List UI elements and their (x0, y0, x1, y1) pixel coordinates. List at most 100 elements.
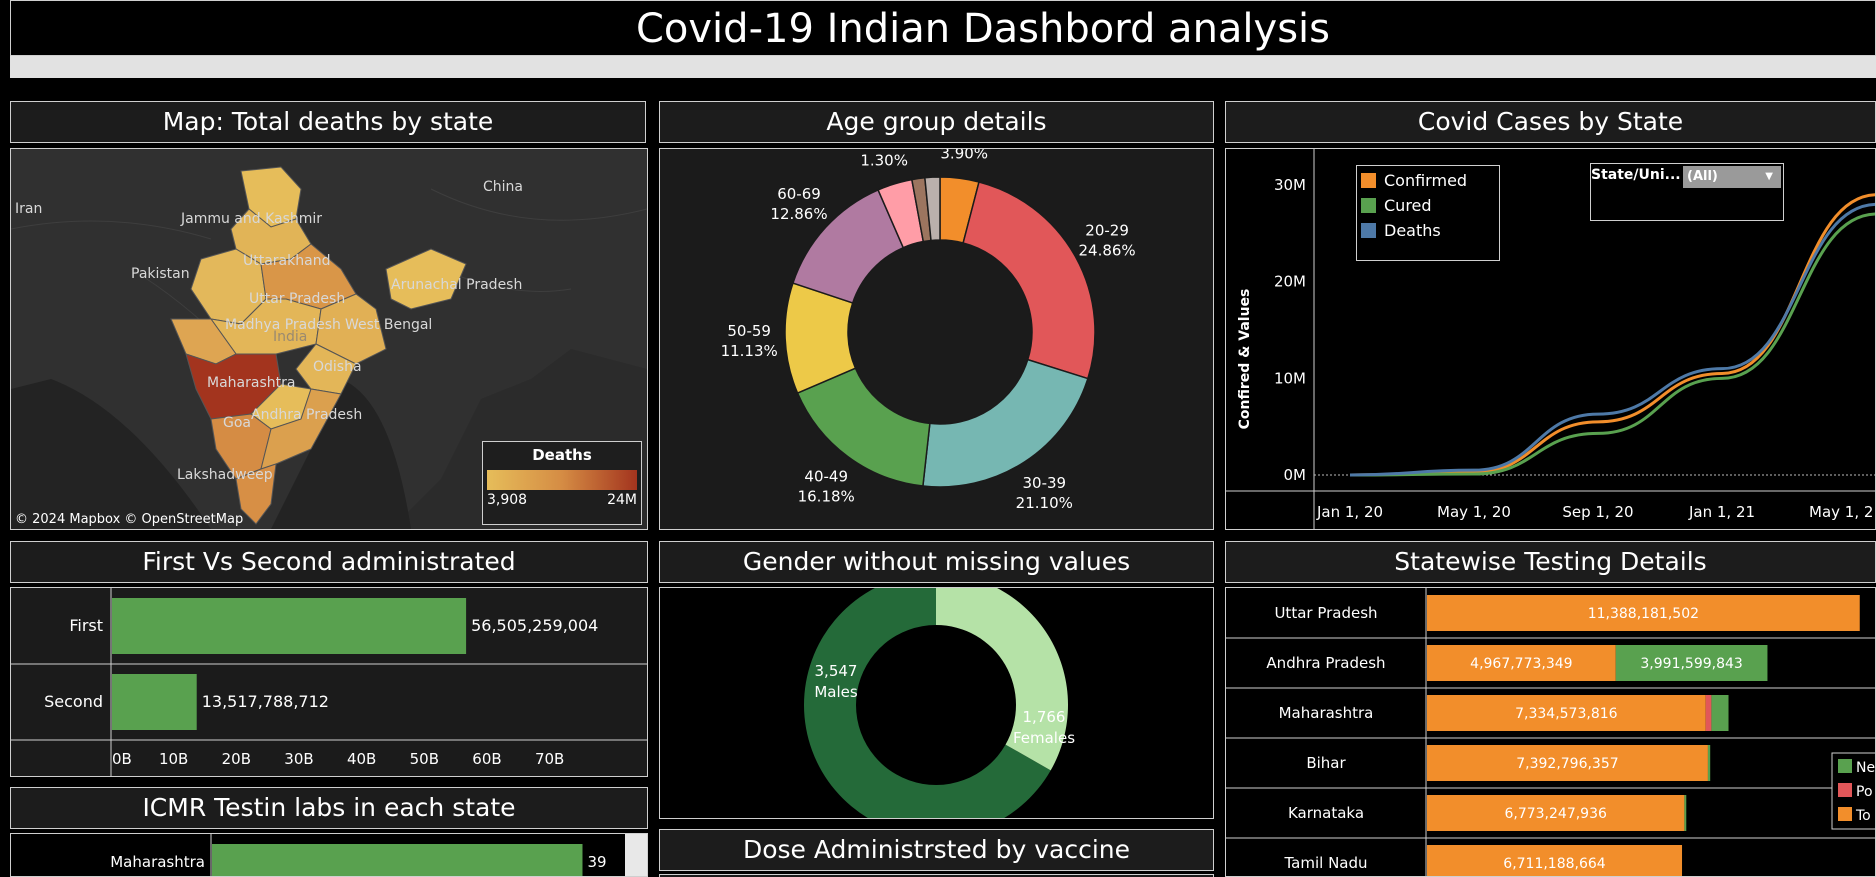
legend-min: 3,908 (487, 492, 528, 508)
age-slice-value: 16.18% (798, 487, 855, 505)
cases-legend: Confirmed Cured Deaths (1356, 165, 1500, 261)
country-label: Pakistan (131, 266, 190, 282)
bar-category-label: Maharashtra (1279, 704, 1374, 722)
age-slice-value: 12.86% (770, 205, 827, 223)
legend-gradient (487, 470, 637, 490)
bar-category-label: Tamil Nadu (1283, 854, 1367, 872)
cases-panel: 0M 10M 20M 30M Confired & Values Jan 1, 20 May… (1225, 148, 1876, 530)
bar-category-label: Uttar Pradesh (1274, 604, 1377, 622)
age-slice-label: 60-69 (777, 185, 821, 203)
age-slice-value: 11.13% (721, 342, 778, 360)
state-label: Uttar Pradesh (249, 291, 346, 307)
state-filter-label: State/Uni... (1591, 167, 1681, 183)
bar-value-label: 7,334,573,816 (1515, 706, 1618, 722)
age-slice-label: 40-49 (804, 467, 848, 485)
x-tick-label: 0B (112, 750, 132, 768)
bar-category-label: First (69, 616, 103, 635)
dose-panel-title: Dose Administrsted by vaccine (659, 829, 1214, 871)
country-label: Iran (15, 201, 43, 217)
map-attribution[interactable]: © 2024 Mapbox © OpenStreetMap (15, 512, 243, 527)
age-panel: 10-193.90%20-2924.86%30-3921.10%40-4916.… (659, 148, 1214, 530)
page-title: Covid-19 Indian Dashbord analysis (635, 6, 1331, 52)
chevron-down-icon: ▼ (1765, 171, 1773, 182)
country-label: China (483, 179, 523, 195)
first-second-bar-chart[interactable]: First 56,505,259,004 Second 13,517,788,712 0… (11, 588, 647, 776)
x-tick-label: Jan 1, 21 (1688, 503, 1755, 521)
bar-segment[interactable] (1684, 795, 1687, 831)
bar-category-label: Second (44, 692, 103, 711)
bar-category-label: Bihar (1306, 754, 1346, 772)
gender-label: Males (814, 683, 858, 701)
state-label: Jammu and Kashmir (181, 211, 323, 227)
icmr-bar-chart[interactable]: Maharashtra 39 (11, 834, 647, 877)
legend-label: Po (1856, 784, 1873, 800)
bar-value-label: 56,505,259,004 (471, 616, 598, 635)
testing-panel: Uttar Pradesh 11,388,181,502 Andhra Prades… (1225, 587, 1876, 877)
bar-value-label: 11,388,181,502 (1588, 606, 1699, 622)
scrollbar[interactable] (625, 834, 647, 876)
age-slice-value: 3.90% (940, 149, 988, 163)
bar-category-label: Andhra Pradesh (1266, 654, 1385, 672)
x-tick-label: 60B (472, 750, 501, 768)
map-panel-title: Map: Total deaths by state (10, 101, 646, 143)
map-panel[interactable]: Iran Pakistan China India Jammu and Kash… (10, 148, 648, 530)
bar[interactable] (112, 674, 197, 730)
x-tick-label: 50B (410, 750, 439, 768)
state-label: Odisha (313, 359, 362, 375)
bar-segment[interactable] (1711, 695, 1729, 731)
state-label: Arunachal Pradesh (391, 277, 523, 293)
bar-segment[interactable] (1707, 745, 1711, 781)
age-slice-value: 24.86% (1078, 241, 1135, 259)
age-donut-chart[interactable]: 10-193.90%20-2924.86%30-3921.10%40-4916.… (660, 149, 1213, 529)
first-second-panel: First 56,505,259,004 Second 13,517,788,712 0… (10, 587, 648, 777)
state-label: Andhra Pradesh (251, 407, 363, 423)
legend-swatch (1838, 759, 1852, 773)
cases-panel-title: Covid Cases by State (1225, 101, 1876, 143)
gender-donut-chart[interactable]: 3,547 Males 1,766 Females (660, 588, 1213, 818)
testing-panel-title: Statewise Testing Details (1225, 541, 1876, 583)
age-slice[interactable] (962, 181, 1096, 380)
x-tick-label: Jan 1, 20 (1316, 503, 1383, 521)
bar-value-label: 7,392,796,357 (1516, 756, 1618, 772)
bar-category-label: Maharashtra (110, 853, 205, 871)
state-filter: State/Uni... (All) ▼ (1590, 163, 1784, 221)
y-tick-label: 30M (1274, 176, 1306, 194)
gender-panel-title: Gender without missing values (659, 541, 1214, 583)
header-strip (10, 56, 1876, 78)
testing-bar-chart[interactable]: Uttar Pradesh 11,388,181,502 Andhra Prades… (1226, 588, 1876, 877)
x-tick-label: 20B (222, 750, 251, 768)
bar-value-label: 4,967,773,349 (1470, 656, 1572, 672)
bar[interactable] (212, 844, 583, 877)
x-tick-label: May 1, 20 (1437, 503, 1511, 521)
state-label: Goa (223, 415, 251, 431)
state-label: West Bengal (345, 317, 433, 333)
x-tick-label: 10B (159, 750, 188, 768)
state-label: Uttarakhand (243, 253, 331, 269)
bar-value-label: 13,517,788,712 (202, 692, 329, 711)
state-filter-dropdown[interactable]: (All) ▼ (1683, 166, 1781, 188)
gender-panel: 3,547 Males 1,766 Females (659, 587, 1214, 819)
legend-item-cured[interactable]: Cured (1361, 193, 1499, 218)
x-tick-label: May 1, 21 (1809, 503, 1876, 521)
bar-value-label: 39 (588, 853, 607, 871)
age-slice-value: 1.30% (860, 151, 908, 169)
x-tick-label: Sep 1, 20 (1562, 503, 1633, 521)
age-slice-label: 30-39 (1022, 474, 1066, 492)
bar-segment[interactable] (1705, 695, 1712, 731)
bar[interactable] (112, 598, 467, 654)
bar-value-label: 6,773,247,936 (1504, 806, 1607, 822)
first-second-panel-title: First Vs Second administrated (10, 541, 648, 583)
age-slice[interactable] (922, 358, 1089, 488)
legend-item-confirmed[interactable]: Confirmed (1361, 168, 1499, 193)
legend-swatch (1838, 807, 1852, 821)
x-tick-label: 30B (284, 750, 313, 768)
map-legend: Deaths 3,908 24M (482, 441, 642, 525)
icmr-panel: Maharashtra 39 (10, 833, 648, 877)
dashboard-header: Covid-19 Indian Dashbord analysis (10, 0, 1876, 56)
gender-label: Females (1013, 729, 1075, 747)
legend-item-deaths[interactable]: Deaths (1361, 218, 1499, 243)
age-slice-value: 21.10% (1016, 494, 1073, 512)
legend-max: 24M (607, 492, 637, 508)
age-slice-label: 50-59 (727, 322, 771, 340)
bar-value-label: 6,711,188,664 (1503, 856, 1606, 872)
